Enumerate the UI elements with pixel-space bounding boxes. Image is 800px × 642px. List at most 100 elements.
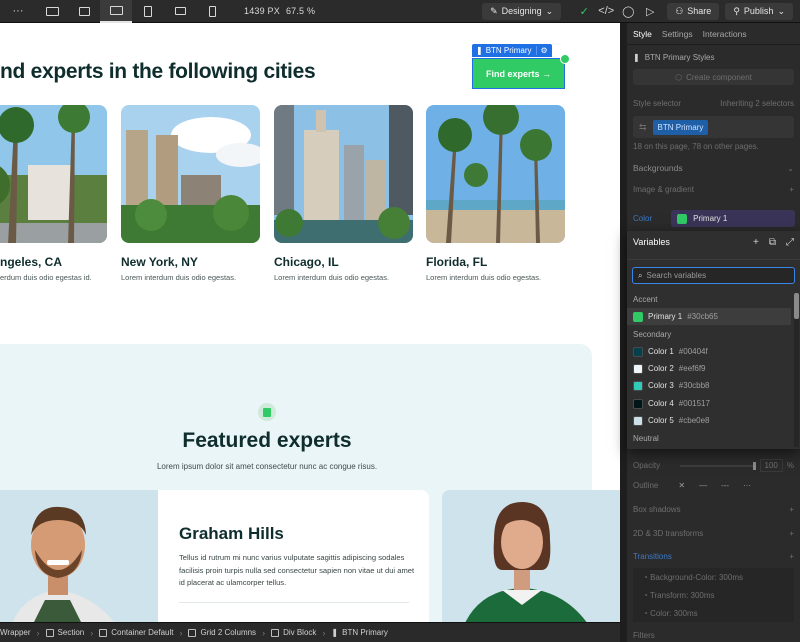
variable-color-2[interactable]: Color 2 #eef6f9 xyxy=(627,360,791,377)
box-shadows-label: Box shadows xyxy=(633,505,681,514)
monitor-star-icon xyxy=(109,5,123,15)
variable-color-5[interactable]: Color 5 #cbe0e8 xyxy=(627,412,791,429)
selected-element-tag[interactable]: ❚ BTN Primary ⚙ xyxy=(472,44,552,57)
tab-settings[interactable]: Settings xyxy=(662,29,693,39)
base-breakpoint[interactable] xyxy=(100,0,132,23)
plus-icon[interactable]: + xyxy=(789,185,794,194)
publish-button[interactable]: ⚲ Publish ⌄ xyxy=(725,2,793,20)
box-shadows-row: Box shadows + xyxy=(627,505,800,514)
inheriting-text[interactable]: Inheriting 2 selectors xyxy=(720,99,794,108)
breadcrumb-wrapper[interactable]: Wrapper xyxy=(0,628,37,637)
city-name-new-york[interactable]: New York, NY xyxy=(121,255,198,269)
transition-item[interactable]: ◔ Background-Color: 300ms xyxy=(643,573,743,582)
group-neutral: Neutral xyxy=(633,434,659,443)
find-experts-button[interactable]: Find experts → xyxy=(472,58,565,89)
search-variables-input[interactable]: Search variables xyxy=(646,271,706,280)
chevron-down-icon: ⌄ xyxy=(545,5,554,16)
detach-icon[interactable]: ⤢ xyxy=(786,237,794,248)
featured-subtitle[interactable]: Lorem ipsum dolor sit amet consectetur n… xyxy=(0,462,534,471)
styles-title-row: ❚ BTN Primary Styles xyxy=(627,53,800,62)
tab-interactions[interactable]: Interactions xyxy=(703,29,747,39)
breadcrumb-div-block[interactable]: Div Block xyxy=(265,628,322,637)
featured-title[interactable]: Featured experts xyxy=(0,429,534,453)
city-text-chicago[interactable]: Lorem interdum duis odio egestas. xyxy=(274,273,389,282)
user-icon: ⚇ xyxy=(675,5,684,16)
breadcrumb-section[interactable]: Section xyxy=(40,628,91,637)
search-icon: ⌕ xyxy=(638,270,643,280)
add-interaction-handle[interactable] xyxy=(560,54,570,64)
outline-dashed-icon[interactable]: --- xyxy=(721,481,729,490)
transition-item[interactable]: ◔ Transform: 300ms xyxy=(643,591,715,600)
desktop-breakpoint[interactable] xyxy=(68,0,100,23)
open-panel-icon[interactable]: ⧉ xyxy=(769,237,776,248)
comment-icon[interactable]: ◯ xyxy=(617,0,639,23)
city-name-los-angeles[interactable]: ngeles, CA xyxy=(0,255,62,269)
create-component-button[interactable]: ⬡ Create component xyxy=(633,69,794,85)
city-text-florida[interactable]: Lorem interdum duis odio egestas. xyxy=(426,273,541,282)
backgrounds-header[interactable]: Backgrounds ⌄ xyxy=(627,163,800,173)
variable-color-4[interactable]: Color 4 #001517 xyxy=(627,395,791,412)
selector-field[interactable]: ⇆ BTN Primary xyxy=(633,116,794,138)
city-image-florida xyxy=(426,105,565,243)
transition-item[interactable]: ◔ Color: 300ms xyxy=(643,609,698,618)
gear-icon[interactable]: ⚙ xyxy=(536,46,548,55)
mode-dropdown[interactable]: ✎ Designing ⌄ xyxy=(482,2,562,20)
color-label: Color xyxy=(633,214,653,223)
phone-icon xyxy=(208,5,216,17)
variables-scrollbar[interactable] xyxy=(794,293,799,447)
city-name-florida[interactable]: Florida, FL xyxy=(426,255,487,269)
design-canvas[interactable]: nd experts in the following cities ❚ BTN… xyxy=(0,23,620,622)
component-icon: ❚ xyxy=(476,46,483,55)
city-text-new-york[interactable]: Lorem interdum duis odio egestas. xyxy=(121,273,236,282)
city-text-los-angeles[interactable]: erdum duis odio egestas id. xyxy=(0,273,92,282)
breadcrumb-grid[interactable]: Grid 2 Columns xyxy=(182,628,262,637)
cities-heading[interactable]: nd experts in the following cities xyxy=(0,60,316,84)
play-icon[interactable]: ▷ xyxy=(639,0,661,23)
mobile-portrait-breakpoint[interactable] xyxy=(196,0,228,23)
variable-primary-1[interactable]: Primary 1 #30cb65 xyxy=(627,308,791,325)
code-icon[interactable]: </> xyxy=(595,0,617,23)
expert-name[interactable]: Graham Hills xyxy=(179,524,284,544)
mobile-landscape-breakpoint[interactable] xyxy=(164,0,196,23)
color-value: Primary 1 xyxy=(693,214,728,223)
plus-icon[interactable]: + xyxy=(789,529,794,538)
share-label: Share xyxy=(687,6,712,16)
variable-color-3[interactable]: Color 3 #30cbb8 xyxy=(627,377,791,394)
variable-hex: #00404f xyxy=(678,347,708,356)
color-swatch xyxy=(633,363,643,374)
scrollbar-thumb[interactable] xyxy=(794,293,799,319)
selector-state-icon[interactable]: ⇆ xyxy=(639,122,647,133)
expert-bio[interactable]: Tellus id rutrum mi nunc varius vulputat… xyxy=(179,552,415,590)
breadcrumb-btn-primary[interactable]: ❚ BTN Primary xyxy=(325,628,393,637)
desktop-large-breakpoint[interactable] xyxy=(36,0,68,23)
opacity-input[interactable]: 100 xyxy=(759,459,783,472)
selector-chip[interactable]: BTN Primary xyxy=(652,119,709,135)
plus-icon[interactable]: + xyxy=(789,505,794,514)
more-icon[interactable]: ··· xyxy=(0,0,36,23)
breadcrumb-container[interactable]: Container Default xyxy=(93,628,179,637)
brush-icon: ✎ xyxy=(490,5,498,16)
check-circle-icon[interactable]: ✓ xyxy=(573,0,595,23)
outline-none-icon[interactable]: ✕ xyxy=(678,481,685,490)
variable-name: Primary 1 xyxy=(648,312,683,321)
expert-photo-graham xyxy=(0,490,158,622)
expert-card[interactable]: Graham Hills Tellus id rutrum mi nunc va… xyxy=(158,490,429,622)
outline-solid-icon[interactable]: — xyxy=(699,481,707,490)
share-button[interactable]: ⚇ Share xyxy=(667,2,720,20)
plus-icon[interactable]: + xyxy=(789,552,794,561)
tab-style[interactable]: Style xyxy=(633,29,652,39)
section-icon xyxy=(45,628,54,637)
add-variable-icon[interactable]: + xyxy=(753,237,759,248)
expert-photo-second xyxy=(442,490,620,622)
outline-dotted-icon[interactable]: ··· xyxy=(743,481,751,490)
search-variables-field[interactable]: ⌕ Search variables xyxy=(632,267,795,284)
variable-color-1[interactable]: Color 1 #00404f xyxy=(627,343,791,360)
color-value-field[interactable]: Primary 1 xyxy=(671,210,796,227)
chevron-down-icon: ⌄ xyxy=(777,5,785,16)
tablet-breakpoint[interactable] xyxy=(132,0,164,23)
city-name-chicago[interactable]: Chicago, IL xyxy=(274,255,339,269)
opacity-slider[interactable] xyxy=(679,461,756,470)
color-swatch xyxy=(633,380,643,391)
color-swatch xyxy=(677,213,688,224)
zoom-readout: 67.5 % xyxy=(285,6,316,16)
